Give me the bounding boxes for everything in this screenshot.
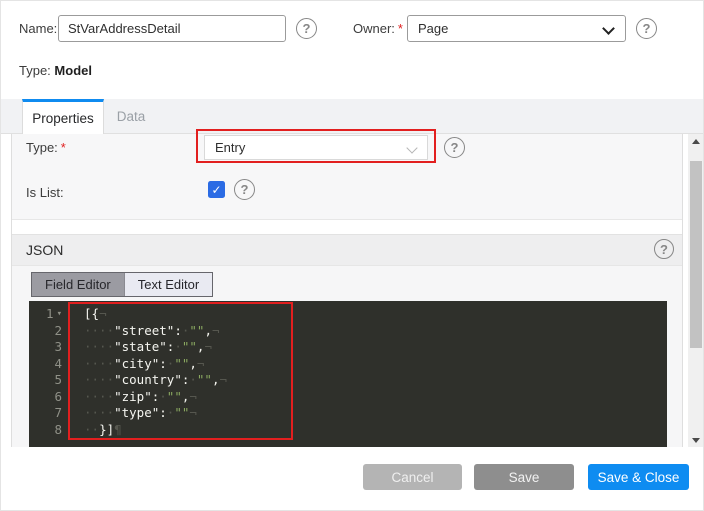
code-line: 6····"zip":·"",¬ — [29, 389, 667, 406]
owner-required-asterisk: * — [398, 21, 403, 36]
json-section-title: JSON — [26, 242, 63, 258]
owner-help-icon[interactable]: ? — [636, 18, 657, 39]
line-number: 1▾ — [29, 306, 71, 323]
type-model-value: Model — [54, 63, 92, 78]
tab-data[interactable]: Data — [105, 99, 157, 134]
chevron-down-icon — [602, 22, 615, 35]
scrollbar-thumb[interactable] — [690, 161, 702, 348]
code-line: 4····"city":·"",¬ — [29, 356, 667, 373]
owner-selected-value: Page — [418, 21, 448, 36]
code-line: 7····"type":·""¬ — [29, 405, 667, 422]
name-input[interactable] — [58, 15, 286, 42]
question-mark-glyph: ? — [241, 182, 249, 197]
line-number: 5 — [29, 372, 71, 389]
tab-properties-label: Properties — [32, 111, 94, 126]
line-number: 3 — [29, 339, 71, 356]
code-text: ····"street":·"",¬ — [71, 323, 220, 340]
code-text: ····"zip":·"",¬ — [71, 389, 197, 406]
code-lines: 1▾[{¬2····"street":·"",¬3····"state":·""… — [29, 306, 667, 438]
fold-arrow-icon[interactable]: ▾ — [57, 306, 62, 323]
name-help-icon[interactable]: ? — [296, 18, 317, 39]
question-mark-glyph: ? — [660, 242, 668, 257]
tab-properties[interactable]: Properties — [22, 99, 104, 135]
scroll-up-arrow[interactable] — [688, 134, 704, 148]
line-number: 4 — [29, 356, 71, 373]
question-mark-glyph: ? — [451, 140, 459, 155]
is-list-label: Is List: — [26, 185, 64, 200]
checkbox-check-icon: ✓ — [211, 183, 221, 197]
variable-editor-dialog: Name:* ? Owner:* Page ? Type: Model Prop… — [0, 0, 704, 511]
code-line: 5····"country":·"",¬ — [29, 372, 667, 389]
is-list-help-icon[interactable]: ? — [234, 179, 255, 200]
tab-bar: Properties Data — [1, 99, 704, 134]
question-mark-glyph: ? — [303, 21, 311, 36]
line-number: 6 — [29, 389, 71, 406]
code-text: ····"country":·"",¬ — [71, 372, 227, 389]
entry-type-dropdown[interactable]: Entry — [204, 135, 428, 160]
owner-label: Owner:* — [353, 21, 403, 36]
code-line: 1▾[{¬ — [29, 306, 667, 323]
entry-type-required-asterisk: * — [61, 140, 66, 155]
code-text: [{¬ — [71, 306, 107, 323]
question-mark-glyph: ? — [643, 21, 651, 36]
text-editor-label: Text Editor — [138, 277, 199, 292]
line-number: 8 — [29, 422, 71, 439]
line-number: 2 — [29, 323, 71, 340]
save-button[interactable]: Save — [474, 464, 574, 490]
chevron-down-icon — [406, 142, 417, 153]
json-code-editor[interactable]: 1▾[{¬2····"street":·"",¬3····"state":·""… — [29, 301, 667, 447]
is-list-checkbox[interactable]: ✓ — [208, 181, 225, 198]
code-line: 3····"state":·"",¬ — [29, 339, 667, 356]
field-editor-tab[interactable]: Field Editor — [32, 273, 124, 296]
code-text: ····"city":·"",¬ — [71, 356, 204, 373]
owner-select[interactable]: Page — [407, 15, 626, 42]
scroll-down-arrow[interactable] — [688, 433, 704, 447]
vertical-scrollbar[interactable] — [688, 134, 704, 447]
entry-type-label: Type:* — [26, 140, 66, 155]
json-help-icon[interactable]: ? — [654, 239, 674, 259]
json-editor-mode-toggle: Field Editor Text Editor — [31, 272, 213, 297]
type-model-line: Type: Model — [19, 63, 92, 78]
json-section-header: JSON — [12, 234, 682, 266]
code-line: 2····"street":·"",¬ — [29, 323, 667, 340]
code-text: ····"type":·""¬ — [71, 405, 197, 422]
code-line: 8··}]¶ — [29, 422, 667, 439]
save-and-close-button[interactable]: Save & Close — [588, 464, 689, 490]
entry-type-help-icon[interactable]: ? — [444, 137, 465, 158]
tab-data-label: Data — [117, 109, 146, 124]
line-number: 7 — [29, 405, 71, 422]
cancel-button[interactable]: Cancel — [363, 464, 462, 490]
code-text: ··}]¶ — [71, 422, 122, 439]
text-editor-tab[interactable]: Text Editor — [124, 273, 212, 296]
entry-type-selected-value: Entry — [215, 140, 245, 155]
field-editor-label: Field Editor — [45, 277, 111, 292]
code-text: ····"state":·"",¬ — [71, 339, 212, 356]
